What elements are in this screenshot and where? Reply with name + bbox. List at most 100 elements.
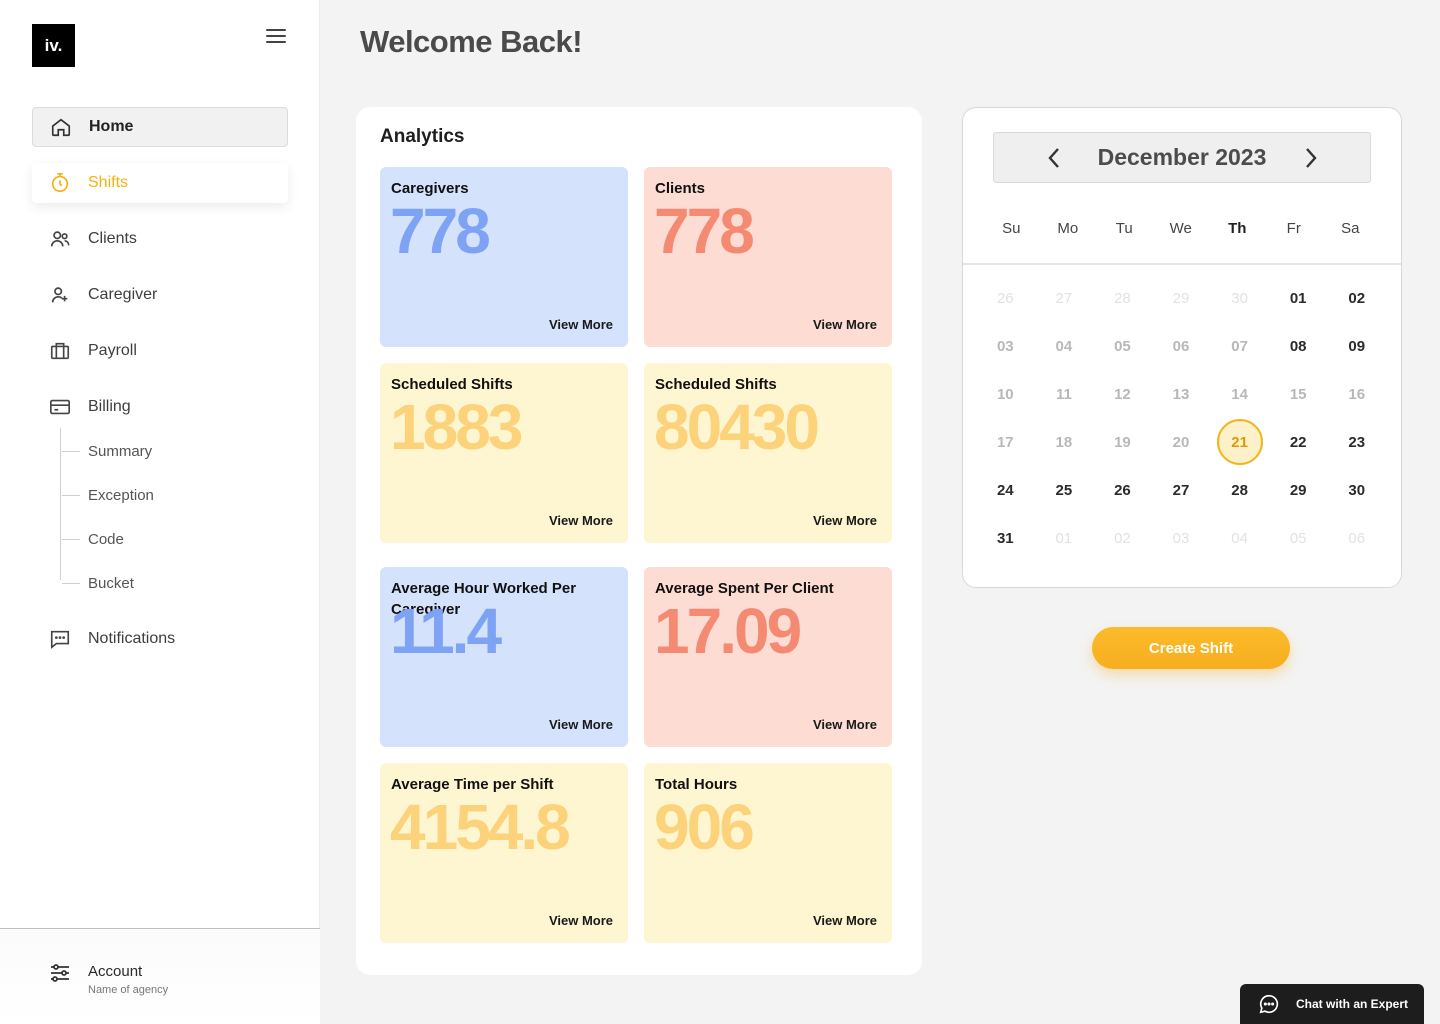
card-value: 4154.8 [390, 791, 571, 863]
day-number: 27 [1172, 481, 1190, 499]
calendar-day[interactable]: 25 [1035, 466, 1094, 514]
calendar-day[interactable]: 26 [976, 274, 1035, 322]
calendar-day[interactable]: 28 [1093, 274, 1152, 322]
calendar-day[interactable]: 31 [976, 514, 1035, 562]
calendar-day[interactable]: 12 [1093, 370, 1152, 418]
calendar-day[interactable]: 04 [1210, 514, 1269, 562]
view-more-link[interactable]: View More [813, 317, 877, 332]
day-number: 28 [1231, 481, 1248, 499]
billing-sub-code[interactable]: Code [62, 527, 124, 551]
card-caregivers[interactable]: Caregivers 778 View More [380, 167, 628, 347]
view-more-link[interactable]: View More [549, 717, 613, 732]
calendar-day[interactable]: 01 [1035, 514, 1094, 562]
create-shift-button[interactable]: Create Shift [1092, 627, 1290, 669]
calendar-day[interactable]: 02 [1093, 514, 1152, 562]
card-scheduled-shifts-2[interactable]: Scheduled Shifts 80430 View More [644, 363, 892, 543]
calendar-day[interactable]: 29 [1269, 466, 1328, 514]
sidebar: iv. Home Shifts Clients Caregiver Payrol… [0, 0, 320, 1024]
day-number: 05 [1289, 529, 1307, 547]
calendar-day[interactable]: 10 [976, 370, 1035, 418]
calendar-header: December 2023 [993, 132, 1371, 183]
calendar-day[interactable]: 27 [1035, 274, 1094, 322]
card-scheduled-shifts[interactable]: Scheduled Shifts 1883 View More [380, 363, 628, 543]
calendar-day[interactable]: 23 [1327, 418, 1386, 466]
day-number: 15 [1289, 385, 1307, 403]
card-value: 778 [654, 195, 755, 267]
day-number: 01 [1055, 529, 1073, 547]
card-clients[interactable]: Clients 778 View More [644, 167, 892, 347]
calendar-day[interactable]: 26 [1093, 466, 1152, 514]
calendar-day[interactable]: 07 [1210, 322, 1269, 370]
calendar-day[interactable]: 30 [1210, 274, 1269, 322]
calendar-day[interactable]: 28 [1210, 466, 1269, 514]
card-avg-spent-per-client[interactable]: Average Spent Per Client 17.09 View More [644, 567, 892, 747]
calendar-day[interactable]: 03 [1152, 514, 1211, 562]
day-number: 23 [1348, 433, 1366, 451]
calendar-day[interactable]: 15 [1269, 370, 1328, 418]
nav-item-caregiver[interactable]: Caregiver [32, 275, 288, 315]
calendar-day[interactable]: 22 [1269, 418, 1328, 466]
chat-with-expert-button[interactable]: Chat with an Expert [1240, 984, 1424, 1024]
menu-icon[interactable] [266, 29, 286, 43]
calendar-day[interactable]: 13 [1152, 370, 1211, 418]
calendar-day[interactable]: 27 [1152, 466, 1211, 514]
sub-label: Bucket [88, 574, 134, 592]
view-more-link[interactable]: View More [549, 513, 613, 528]
calendar-day[interactable]: 01 [1269, 274, 1328, 322]
calendar-day[interactable]: 08 [1269, 322, 1328, 370]
nav-label: Notifications [88, 630, 176, 647]
billing-sub-summary[interactable]: Summary [62, 439, 152, 463]
weekday-label: Mo [1057, 220, 1079, 237]
calendar-day[interactable]: 02 [1327, 274, 1386, 322]
nav-item-shifts[interactable]: Shifts [32, 163, 288, 203]
calendar-day[interactable]: 14 [1210, 370, 1269, 418]
view-more-link[interactable]: View More [549, 913, 613, 928]
view-more-link[interactable]: View More [549, 317, 613, 332]
calendar-week: 31 01 02 03 04 05 06 [976, 514, 1386, 562]
calendar-day[interactable]: 11 [1035, 370, 1094, 418]
nav-item-notifications[interactable]: Notifications [32, 619, 288, 659]
calendar-day[interactable]: 03 [976, 322, 1035, 370]
day-number: 10 [996, 385, 1014, 403]
day-number: 30 [1348, 481, 1366, 499]
day-number: 11 [1055, 385, 1072, 403]
day-number: 29 [1172, 289, 1190, 307]
calendar-day-today[interactable]: 21 [1210, 418, 1269, 466]
calendar-day[interactable]: 16 [1327, 370, 1386, 418]
calendar-day[interactable]: 04 [1035, 322, 1094, 370]
nav-item-payroll[interactable]: Payroll [32, 331, 288, 371]
calendar-day[interactable]: 20 [1152, 418, 1211, 466]
calendar-day[interactable]: 05 [1269, 514, 1328, 562]
calendar-day[interactable]: 09 [1327, 322, 1386, 370]
calendar-day[interactable]: 05 [1093, 322, 1152, 370]
day-number: 14 [1231, 385, 1248, 403]
calendar-day[interactable]: 30 [1327, 466, 1386, 514]
view-more-link[interactable]: View More [813, 717, 877, 732]
weekday-row: Su Mo Tu We Th Fr Sa [983, 220, 1383, 237]
calendar-day[interactable]: 06 [1327, 514, 1386, 562]
card-avg-time-per-shift[interactable]: Average Time per Shift 4154.8 View More [380, 763, 628, 943]
nav-item-home[interactable]: Home [32, 107, 288, 147]
account-section[interactable]: Account Name of agency [0, 928, 320, 1024]
day-number: 02 [1348, 289, 1366, 307]
view-more-link[interactable]: View More [813, 913, 877, 928]
card-total-hours[interactable]: Total Hours 906 View More [644, 763, 892, 943]
calendar-week: 03 04 05 06 07 08 09 [976, 322, 1386, 370]
card-avg-hour-worked[interactable]: Average Hour Worked Per Caregiver 11.4 V… [380, 567, 628, 747]
calendar-day[interactable]: 19 [1093, 418, 1152, 466]
billing-sub-bucket[interactable]: Bucket [62, 571, 134, 595]
calendar-day[interactable]: 18 [1035, 418, 1094, 466]
calendar-day[interactable]: 29 [1152, 274, 1211, 322]
nav-label: Home [89, 118, 134, 135]
day-number: 21 [1216, 419, 1263, 465]
calendar-day[interactable]: 17 [976, 418, 1035, 466]
nav-item-billing[interactable]: Billing [32, 387, 288, 427]
app-logo[interactable]: iv. [32, 24, 75, 67]
billing-sub-exception[interactable]: Exception [62, 483, 154, 507]
chevron-right-icon[interactable] [1297, 144, 1325, 172]
calendar-day[interactable]: 06 [1152, 322, 1211, 370]
calendar-day[interactable]: 24 [976, 466, 1035, 514]
page-title: Welcome Back! [360, 24, 583, 59]
nav-item-clients[interactable]: Clients [32, 219, 288, 259]
view-more-link[interactable]: View More [813, 513, 877, 528]
